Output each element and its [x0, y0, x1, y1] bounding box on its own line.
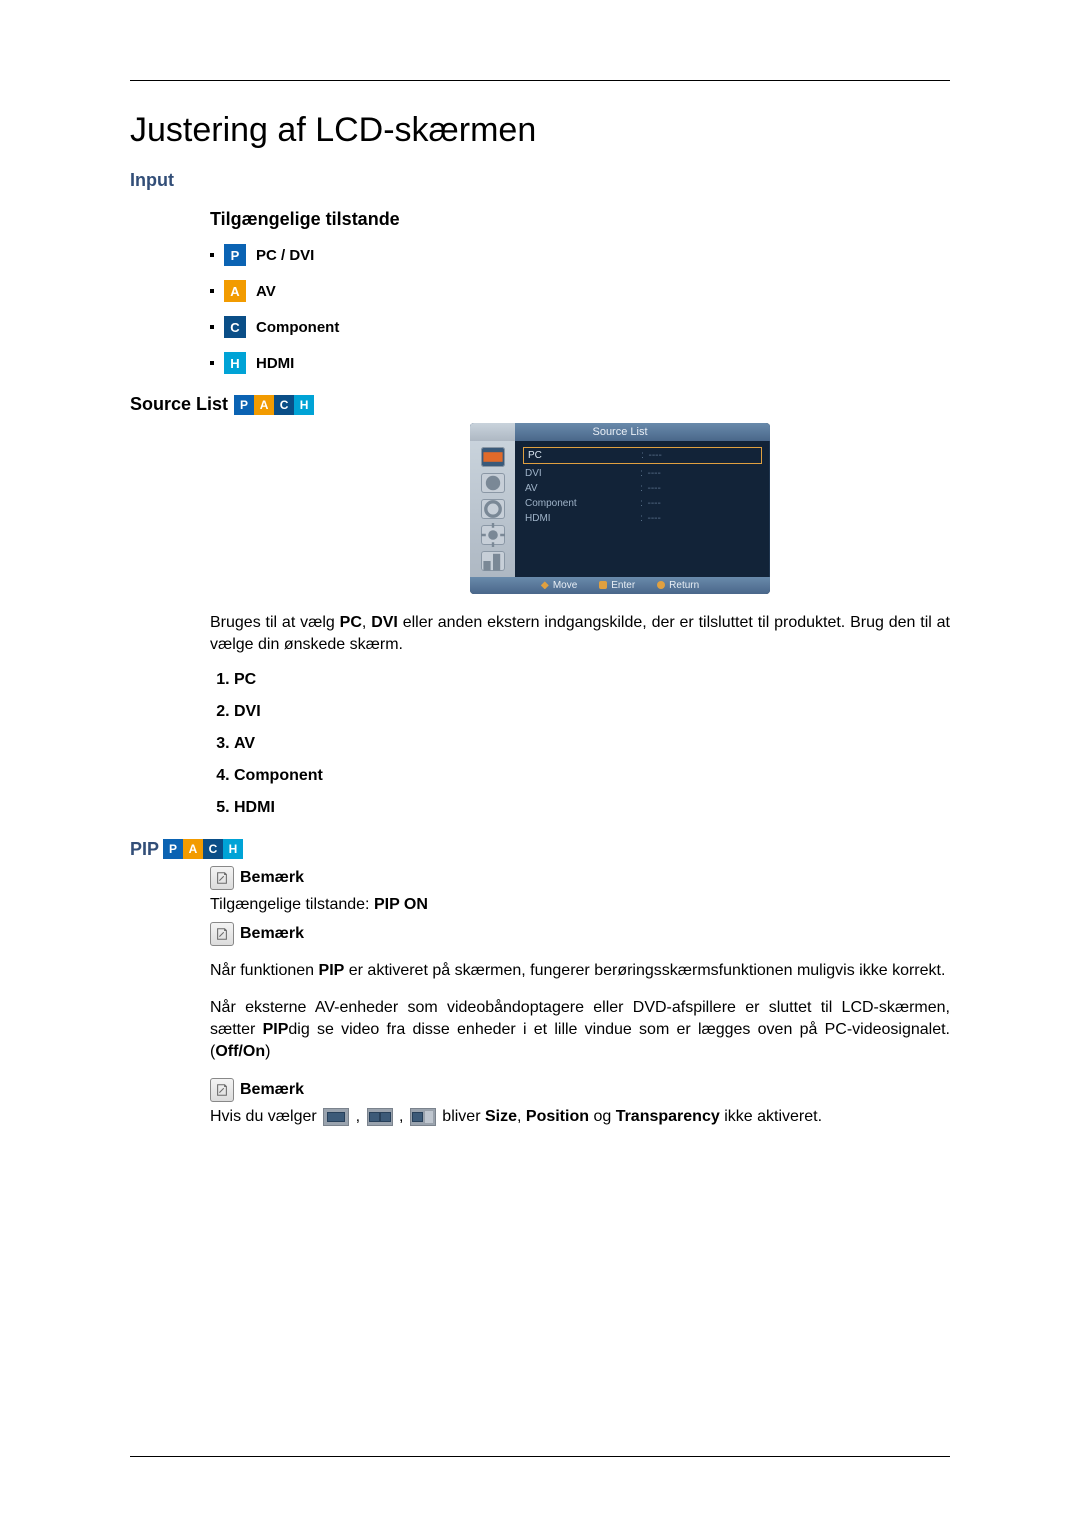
note-heading: Bemærk: [210, 866, 950, 890]
bottom-rule: [130, 1456, 950, 1457]
osd-row: DVI:----: [515, 466, 770, 481]
osd-val: ----: [648, 483, 759, 494]
osd-footer: Move Enter Return: [470, 577, 770, 594]
osd-sound-icon: [481, 499, 505, 519]
mode-label: AV: [256, 283, 276, 300]
osd-val: ----: [648, 468, 759, 479]
mode-item: H HDMI: [210, 352, 950, 374]
osd-sidebar: [470, 441, 515, 577]
osd-key: HDMI: [525, 513, 636, 524]
pip-badge-row: P A C H: [163, 839, 243, 859]
osd-input-icon: [481, 447, 505, 467]
page-title: Justering af LCD-skærmen: [130, 111, 950, 150]
badge-a-icon: A: [254, 395, 274, 415]
pip-modes-line: Tilgængelige tilstande: PIP ON: [210, 894, 950, 916]
list-item: Component: [234, 767, 950, 785]
osd-row: Component:----: [515, 496, 770, 511]
osd-main: PC : ---- DVI:---- AV:---- Component:---…: [515, 441, 770, 577]
pip-touch-warning: Når funktionen PIP er aktiveret på skærm…: [210, 960, 950, 982]
note-icon: [210, 922, 234, 946]
mode-label: HDMI: [256, 355, 294, 372]
osd-key: Component: [525, 498, 636, 509]
badge-c-icon: C: [203, 839, 223, 859]
source-items-list: PC DVI AV Component HDMI: [210, 671, 950, 817]
osd-key: PC: [528, 450, 637, 461]
osd-title: Source List: [470, 423, 770, 441]
badge-a-icon: A: [224, 280, 246, 302]
note-icon: [210, 1078, 234, 1102]
osd-val: ----: [648, 498, 759, 509]
osd-key: DVI: [525, 468, 636, 479]
note-heading: Bemærk: [210, 1078, 950, 1102]
mode-label: PC / DVI: [256, 247, 314, 264]
badge-h-icon: H: [223, 839, 243, 859]
top-rule: [130, 80, 950, 81]
osd-window: Source List: [470, 423, 770, 594]
source-list-body: Source List: [210, 423, 950, 817]
list-item: DVI: [234, 703, 950, 721]
source-list-heading: Source List P A C H: [130, 394, 950, 415]
source-list-label: Source List: [130, 394, 228, 415]
list-item: AV: [234, 735, 950, 753]
pip-heading: PIP P A C H: [130, 839, 950, 860]
bullet-icon: [210, 253, 214, 257]
mode-item: P PC / DVI: [210, 244, 950, 266]
bullet-icon: [210, 325, 214, 329]
pip-layout-note: Hvis du vælger , , bliver Size, Position…: [210, 1106, 950, 1128]
badge-p-icon: P: [234, 395, 254, 415]
pip-layout-pip-icon: [410, 1108, 436, 1126]
osd-enter-hint: Enter: [599, 580, 635, 591]
mode-label: Component: [256, 319, 339, 336]
osd-key: AV: [525, 483, 636, 494]
modes-list: P PC / DVI A AV C Component H HDMI: [210, 244, 950, 374]
source-description: Bruges til at vælg PC, DVI eller anden e…: [210, 612, 950, 657]
osd-picture-icon: [481, 473, 505, 493]
list-item: HDMI: [234, 799, 950, 817]
osd-move-hint: Move: [541, 580, 577, 591]
note-label: Bemærk: [240, 1081, 304, 1099]
bullet-icon: [210, 289, 214, 293]
document-page: Justering af LCD-skærmen Input Tilgængel…: [0, 0, 1080, 1527]
note-label: Bemærk: [240, 925, 304, 943]
modes-heading: Tilgængelige tilstande: [210, 209, 950, 230]
osd-row-selected: PC : ----: [523, 447, 762, 464]
list-item: PC: [234, 671, 950, 689]
source-badge-row: P A C H: [234, 395, 314, 415]
osd-multi-icon: [481, 551, 505, 571]
badge-h-icon: H: [294, 395, 314, 415]
badge-a-icon: A: [183, 839, 203, 859]
pip-layout-split-icon: [367, 1108, 393, 1126]
osd-row: HDMI:----: [515, 511, 770, 526]
osd-setup-icon: [481, 525, 505, 545]
mode-item: A AV: [210, 280, 950, 302]
osd-row: AV:----: [515, 481, 770, 496]
badge-p-icon: P: [163, 839, 183, 859]
osd-val: ----: [648, 513, 759, 524]
osd-return-hint: Return: [657, 580, 699, 591]
pip-body: Bemærk Tilgængelige tilstande: PIP ON Be…: [210, 866, 950, 1128]
badge-p-icon: P: [224, 244, 246, 266]
osd-val: ----: [649, 450, 758, 461]
osd-body: PC : ---- DVI:---- AV:---- Component:---…: [470, 441, 770, 577]
note-icon: [210, 866, 234, 890]
pip-label: PIP: [130, 839, 159, 860]
note-heading: Bemærk: [210, 922, 950, 946]
note-label: Bemærk: [240, 869, 304, 887]
badge-c-icon: C: [274, 395, 294, 415]
input-section-body: Tilgængelige tilstande P PC / DVI A AV C…: [210, 209, 950, 374]
mode-item: C Component: [210, 316, 950, 338]
section-input-heading: Input: [130, 170, 950, 191]
bullet-icon: [210, 361, 214, 365]
badge-h-icon: H: [224, 352, 246, 374]
pip-layout-full-icon: [323, 1108, 349, 1126]
pip-overlay-desc: Når eksterne AV-enheder som videobåndopt…: [210, 997, 950, 1064]
badge-c-icon: C: [224, 316, 246, 338]
